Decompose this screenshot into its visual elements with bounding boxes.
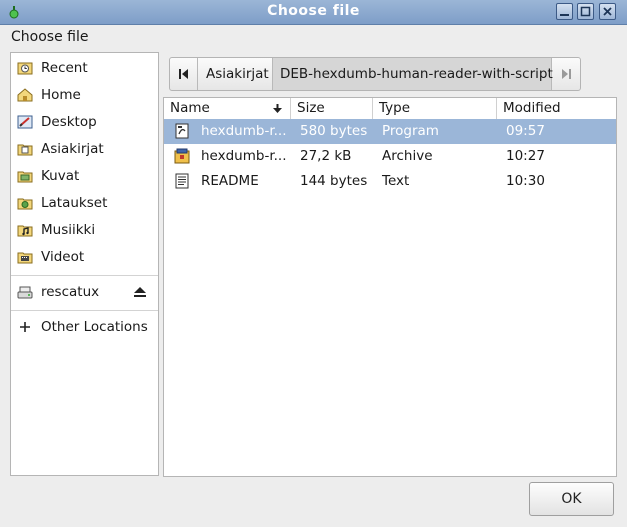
file-row[interactable]: hexdumb-r... 27,2 kB Archive 10:27 — [164, 144, 616, 169]
file-name: hexdumb-r... — [201, 148, 287, 164]
eject-icon[interactable] — [133, 286, 147, 298]
sidebar-item-desktop[interactable]: Desktop — [11, 109, 158, 136]
file-name: README — [201, 173, 259, 189]
desktop-icon — [17, 115, 33, 129]
sidebar-item-label: Other Locations — [41, 319, 148, 335]
sidebar-item-home[interactable]: Home — [11, 82, 158, 109]
column-header-modified[interactable]: Modified — [497, 98, 616, 119]
path-scroll-left-button[interactable] — [170, 58, 198, 90]
close-button[interactable] — [599, 3, 616, 20]
sidebar-item-label: rescatux — [41, 284, 100, 300]
go-first-icon — [179, 69, 188, 79]
file-size: 144 bytes — [300, 173, 368, 189]
file-size: 580 bytes — [300, 123, 368, 139]
pictures-folder-icon — [17, 171, 33, 183]
sidebar-item-label: Home — [41, 87, 81, 103]
places-sidebar: Recent Home Desktop Asiakirjat Kuvat Lat… — [10, 52, 159, 476]
column-header-label: Type — [379, 100, 411, 116]
file-row[interactable]: README 144 bytes Text 10:30 — [164, 169, 616, 194]
music-folder-icon — [17, 225, 33, 237]
file-size: 27,2 kB — [300, 148, 352, 164]
videos-folder-icon — [17, 252, 33, 264]
recent-icon — [17, 62, 33, 75]
column-header-label: Name — [170, 100, 210, 116]
sidebar-item-musiikki[interactable]: Musiikki — [11, 217, 158, 244]
file-type: Text — [382, 173, 410, 189]
column-header-name[interactable]: Name — [164, 98, 291, 119]
file-type: Archive — [382, 148, 433, 164]
sidebar-item-videot[interactable]: Videot — [11, 244, 158, 271]
path-segment-label: Asiakirjat — [206, 66, 269, 82]
package-file-icon — [174, 148, 190, 164]
sidebar-item-label: Recent — [41, 60, 88, 76]
title-bar[interactable]: Choose file — [0, 0, 627, 25]
sidebar-item-asiakirjat[interactable]: Asiakirjat — [11, 136, 158, 163]
sidebar-item-recent[interactable]: Recent — [11, 55, 158, 82]
script-file-icon — [175, 123, 189, 139]
downloads-folder-icon — [17, 198, 33, 210]
file-row[interactable]: hexdumb-r... 580 bytes Program 09:57 — [164, 119, 616, 144]
sidebar-item-label: Asiakirjat — [41, 141, 104, 157]
file-modified: 09:57 — [506, 123, 545, 139]
sidebar-separator — [11, 275, 158, 276]
sidebar-item-label: Desktop — [41, 114, 97, 130]
path-scroll-right-button[interactable] — [552, 58, 580, 90]
sidebar-item-lataukset[interactable]: Lataukset — [11, 190, 158, 217]
window-title: Choose file — [267, 3, 360, 19]
path-segment-label: DEB-hexdumb-human-reader-with-script — [280, 66, 553, 82]
sort-descending-icon — [273, 104, 282, 113]
sidebar-item-label: Musiikki — [41, 222, 96, 238]
minimize-button[interactable] — [556, 3, 573, 20]
file-modified: 10:27 — [506, 148, 545, 164]
go-last-icon — [562, 69, 571, 79]
maximize-button[interactable] — [577, 3, 594, 20]
drive-icon — [17, 286, 33, 299]
column-header-label: Modified — [503, 100, 561, 116]
sidebar-item-kuvat[interactable]: Kuvat — [11, 163, 158, 190]
plus-icon — [20, 322, 30, 332]
column-header-label: Size — [297, 100, 325, 116]
path-bar: Asiakirjat DEB-hexdumb-human-reader-with… — [169, 57, 581, 91]
file-type: Program — [382, 123, 439, 139]
sidebar-item-label: Lataukset — [41, 195, 108, 211]
file-modified: 10:30 — [506, 173, 545, 189]
column-header-type[interactable]: Type — [373, 98, 497, 119]
dialog-header: Choose file — [11, 29, 89, 45]
close-icon — [603, 7, 612, 16]
file-list: Name Size Type Modified hexdumb-r... 580… — [163, 97, 617, 477]
file-name: hexdumb-r... — [201, 123, 287, 139]
maximize-icon — [580, 6, 591, 17]
home-folder-icon — [17, 88, 33, 102]
sidebar-item-label: Videot — [41, 249, 85, 265]
path-segment-asiakirjat[interactable]: Asiakirjat — [198, 58, 273, 90]
documents-folder-icon — [17, 144, 33, 156]
text-file-icon — [175, 173, 189, 189]
sidebar-item-rescatux[interactable]: rescatux — [11, 279, 158, 306]
minimize-icon — [560, 14, 569, 16]
sidebar-separator — [11, 310, 158, 311]
path-segment-current[interactable]: DEB-hexdumb-human-reader-with-script — [273, 58, 553, 90]
sidebar-item-label: Kuvat — [41, 168, 80, 184]
ok-button[interactable]: OK — [529, 482, 614, 516]
column-header-size[interactable]: Size — [291, 98, 373, 119]
sidebar-item-other-locations[interactable]: Other Locations — [11, 314, 158, 341]
